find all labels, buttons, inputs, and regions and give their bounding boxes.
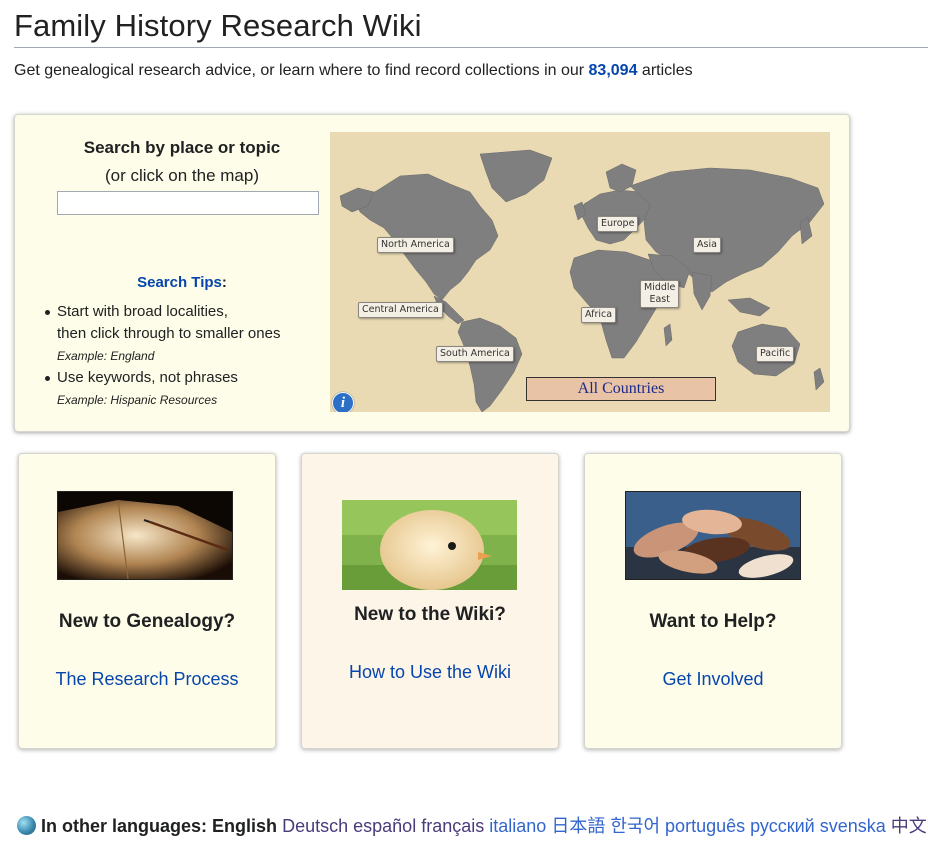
- article-count[interactable]: 83,094: [589, 62, 638, 79]
- search-tip-line: then click through to smaller ones: [57, 325, 281, 342]
- search-tip-line: Use keywords, not phrases: [57, 369, 238, 386]
- language-link-es[interactable]: español: [353, 816, 416, 836]
- page-title: Family History Research Wiki: [14, 8, 422, 43]
- tagline-text: Get genealogical research advice, or lea…: [14, 62, 589, 79]
- map-region-asia[interactable]: Asia: [693, 237, 721, 253]
- language-link-ko[interactable]: 한국어: [610, 816, 660, 836]
- map-region-europe[interactable]: Europe: [597, 216, 639, 232]
- map-region-middle-east[interactable]: Middle East: [640, 280, 680, 308]
- card-title: Want to Help?: [649, 611, 777, 632]
- world-map-land: [330, 132, 830, 412]
- map-region-middle-east-line: East: [649, 294, 670, 305]
- card-title: New to the Wiki?: [354, 604, 506, 625]
- map-region-central-america[interactable]: Central America: [358, 302, 443, 318]
- title-divider: [14, 47, 928, 48]
- search-input[interactable]: [57, 191, 319, 215]
- search-subheading: (or click on the map): [105, 166, 259, 185]
- map-region-africa[interactable]: Africa: [581, 307, 617, 323]
- search-tip: Use keywords, not phrases Example: Hispa…: [43, 367, 343, 411]
- globe-icon: [17, 816, 36, 835]
- search-tip-line: Start with broad localities,: [57, 303, 228, 320]
- map-region-middle-east-line: Middle: [644, 282, 676, 293]
- world-map[interactable]: North America Central America South Amer…: [330, 132, 830, 412]
- search-tips-heading[interactable]: Search Tips:: [15, 274, 349, 291]
- card-new-to-wiki: New to the Wiki? How to Use the Wiki: [301, 453, 559, 749]
- language-link-ja[interactable]: 日本語: [551, 816, 605, 836]
- map-region-north-america[interactable]: North America: [377, 237, 454, 253]
- chick-image[interactable]: [342, 500, 517, 590]
- chick-eye: [448, 542, 456, 550]
- research-process-link[interactable]: The Research Process: [19, 669, 275, 690]
- other-languages-bar: In other languages: English Deutsch espa…: [17, 812, 927, 838]
- search-tips-list: Start with broad localities, then click …: [43, 301, 343, 411]
- language-link-sv[interactable]: svenska: [820, 816, 886, 836]
- search-tip-example: Example: Hispanic Resources: [57, 393, 218, 407]
- info-icon[interactable]: i: [332, 392, 354, 412]
- search-heading: Search by place or topic: [83, 138, 281, 157]
- how-to-use-wiki-link[interactable]: How to Use the Wiki: [302, 662, 558, 683]
- language-link-ru[interactable]: русский: [750, 816, 815, 836]
- card-want-to-help: Want to Help? Get Involved: [584, 453, 842, 749]
- language-current: English: [212, 816, 278, 836]
- language-link-fr[interactable]: français: [421, 816, 484, 836]
- card-new-to-genealogy: New to Genealogy? The Research Process: [18, 453, 276, 749]
- search-tip-example: Example: England: [57, 349, 155, 363]
- language-link-it[interactable]: italiano: [489, 816, 546, 836]
- other-languages-label: In other languages:: [41, 816, 208, 836]
- all-countries-button[interactable]: All Countries: [526, 377, 716, 401]
- map-region-south-america[interactable]: South America: [436, 346, 514, 362]
- search-panel: Search by place or topic (or click on th…: [14, 114, 850, 432]
- get-involved-link[interactable]: Get Involved: [585, 669, 841, 690]
- search-tips-colon: :: [221, 274, 227, 291]
- language-link-zh[interactable]: 中文: [891, 816, 927, 836]
- search-tip: Start with broad localities, then click …: [43, 301, 343, 367]
- tagline-suffix: articles: [637, 62, 693, 79]
- language-link-pt[interactable]: português: [665, 816, 745, 836]
- tagline: Get genealogical research advice, or lea…: [14, 62, 693, 80]
- chick-body: [380, 510, 484, 590]
- hands-image[interactable]: [625, 491, 801, 580]
- card-title: New to Genealogy?: [58, 611, 236, 632]
- book-pen-image[interactable]: [57, 491, 233, 580]
- language-link-de[interactable]: Deutsch: [282, 816, 348, 836]
- search-tips-link[interactable]: Search Tips: [137, 274, 222, 291]
- map-region-pacific[interactable]: Pacific: [756, 346, 795, 362]
